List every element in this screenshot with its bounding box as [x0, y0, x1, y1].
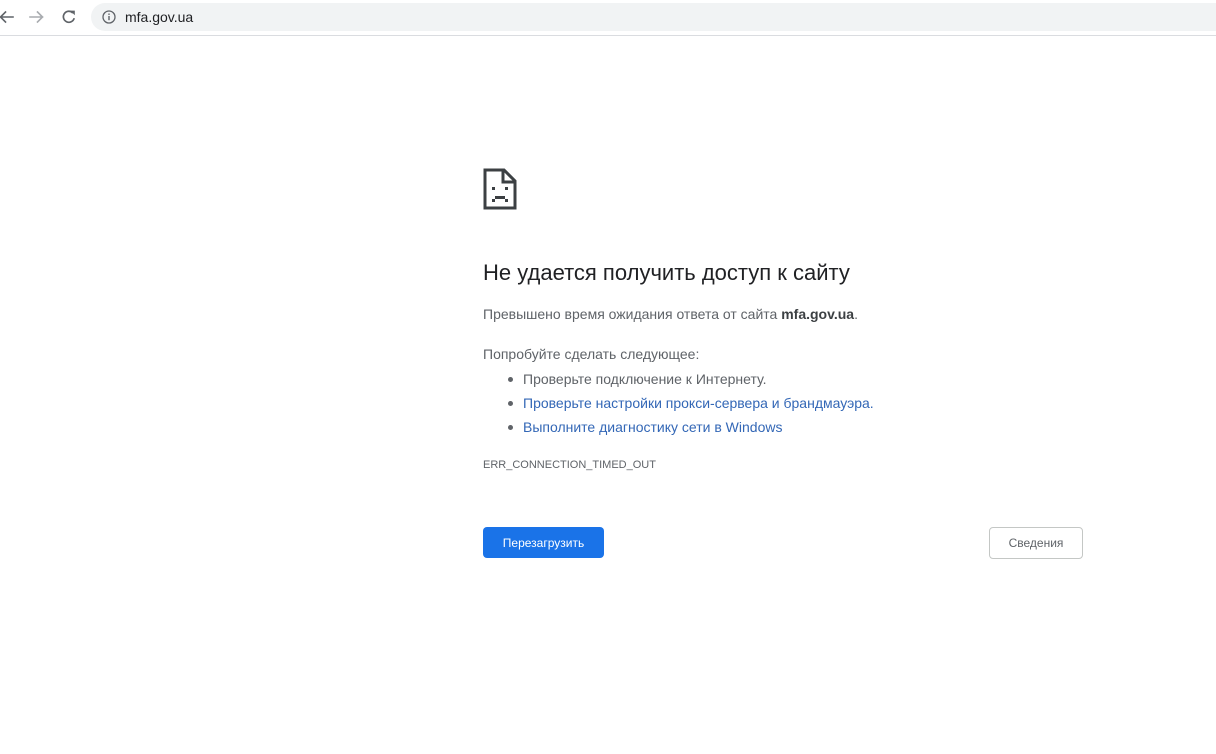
- browser-toolbar: mfa.gov.ua: [0, 0, 1216, 36]
- suggestions-heading: Попробуйте сделать следующее:: [483, 346, 700, 362]
- suggestions-list: Проверьте подключение к Интернету. Прове…: [483, 367, 874, 439]
- list-item: Выполните диагностику сети в Windows: [483, 415, 874, 439]
- suggestion-proxy-firewall-link[interactable]: Проверьте настройки прокси-сервера и бра…: [523, 395, 874, 411]
- suggestion-check-connection: Проверьте подключение к Интернету.: [523, 371, 767, 387]
- error-title: Не удается получить доступ к сайту: [483, 260, 850, 285]
- error-code: ERR_CONNECTION_TIMED_OUT: [483, 459, 656, 471]
- details-button[interactable]: Сведения: [989, 527, 1083, 559]
- url-text[interactable]: mfa.gov.ua: [125, 8, 193, 26]
- summary-prefix: Превышено время ожидания ответа от сайта: [483, 306, 782, 322]
- reload-button[interactable]: [57, 5, 81, 29]
- address-bar[interactable]: mfa.gov.ua: [91, 3, 1216, 31]
- back-button[interactable]: [0, 5, 18, 29]
- arrow-right-icon: [29, 10, 44, 24]
- info-icon[interactable]: [102, 10, 116, 24]
- arrow-left-icon: [0, 10, 14, 24]
- summary-suffix: .: [854, 306, 858, 322]
- list-item: Проверьте подключение к Интернету.: [483, 367, 874, 391]
- summary-host: mfa.gov.ua: [781, 306, 855, 322]
- suggestion-network-diagnostics-link[interactable]: Выполните диагностику сети в Windows: [523, 419, 782, 435]
- reload-icon: [62, 10, 76, 24]
- sad-page-icon: [483, 168, 517, 210]
- forward-button[interactable]: [25, 5, 49, 29]
- error-summary: Превышено время ожидания ответа от сайта…: [483, 304, 858, 324]
- list-item: Проверьте настройки прокси-сервера и бра…: [483, 391, 874, 415]
- reload-page-button[interactable]: Перезагрузить: [483, 527, 604, 558]
